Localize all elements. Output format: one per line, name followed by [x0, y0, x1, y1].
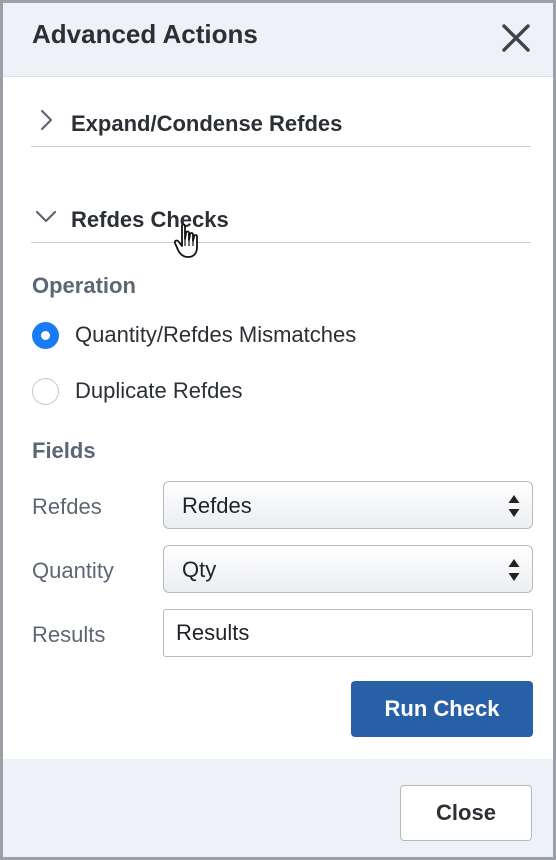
up-down-arrows-icon	[507, 493, 521, 519]
radio-label: Duplicate Refdes	[75, 378, 243, 403]
dialog-title: Advanced Actions	[32, 19, 258, 49]
refdes-select-value: Refdes	[182, 493, 252, 518]
up-down-arrows-icon	[507, 557, 521, 583]
dialog-header: Advanced Actions	[3, 3, 553, 77]
run-check-button[interactable]: Run Check	[351, 681, 533, 737]
quantity-field-label: Quantity	[32, 558, 114, 583]
radio-quantity-refdes-mismatches[interactable]: Quantity/Refdes Mismatches	[32, 319, 432, 351]
hand-pointer-icon	[173, 222, 209, 262]
chevron-right-icon	[35, 109, 57, 131]
refdes-select[interactable]: Refdes	[163, 481, 533, 529]
advanced-actions-dialog: Advanced Actions Expand/Condense Refdes …	[0, 0, 556, 860]
radio-duplicate-refdes[interactable]: Duplicate Refdes	[32, 375, 332, 407]
radio-button[interactable]	[32, 378, 59, 405]
close-icon[interactable]	[499, 21, 533, 55]
radio-button-selected[interactable]	[32, 322, 59, 349]
close-button[interactable]: Close	[400, 785, 532, 841]
results-field-label: Results	[32, 622, 106, 647]
section-label: Expand/Condense Refdes	[71, 111, 343, 136]
section-expand-condense-refdes[interactable]: Expand/Condense Refdes	[31, 87, 531, 147]
quantity-select-value: Qty	[182, 557, 217, 582]
section-refdes-checks[interactable]: Refdes Checks	[31, 183, 531, 243]
operation-label: Operation	[32, 273, 136, 298]
chevron-down-icon	[35, 205, 57, 227]
dialog-footer: Close	[3, 759, 553, 857]
refdes-field-label: Refdes	[32, 494, 102, 519]
fields-label: Fields	[32, 438, 96, 463]
radio-label: Quantity/Refdes Mismatches	[75, 322, 357, 347]
results-input[interactable]	[163, 609, 533, 657]
quantity-select[interactable]: Qty	[163, 545, 533, 593]
